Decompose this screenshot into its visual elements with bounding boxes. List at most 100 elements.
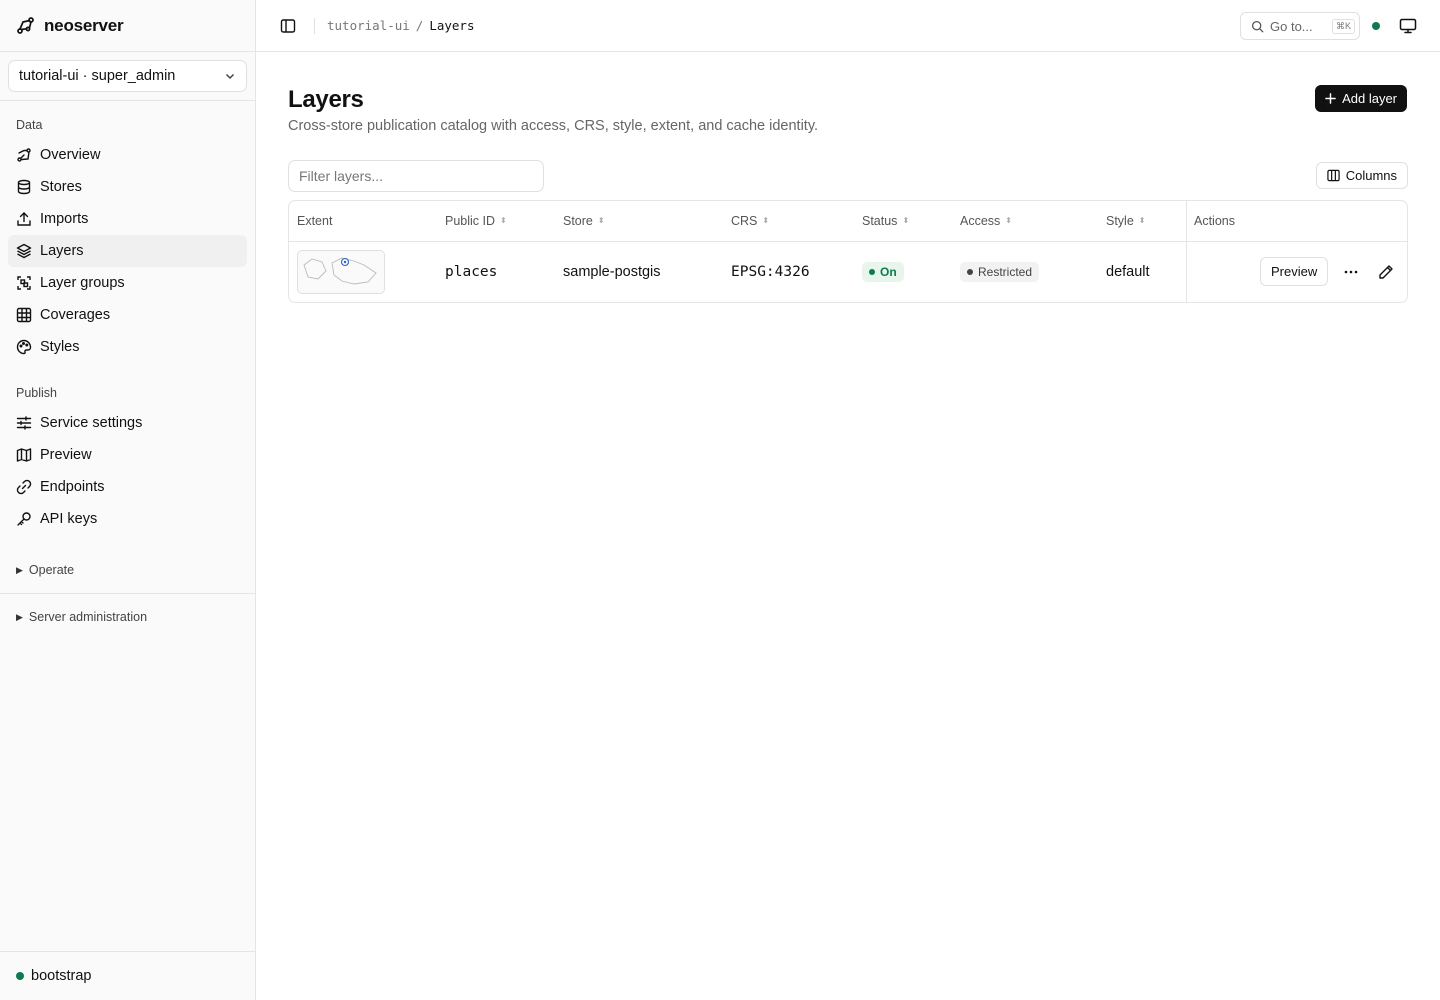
status-badge: On xyxy=(862,262,904,282)
sidebar-panel-icon xyxy=(280,18,296,33)
goto-shortcut: ⌘K xyxy=(1331,18,1355,34)
project-selector[interactable]: tutorial-ui · super_admin xyxy=(8,60,247,92)
page-title: Layers xyxy=(288,86,364,113)
monitor-icon xyxy=(1399,18,1417,34)
column-header-store[interactable]: Store ⬍ xyxy=(563,201,605,241)
column-header-label: Public ID xyxy=(445,214,496,228)
access-badge: Restricted xyxy=(960,262,1040,282)
sidebar-item-preview[interactable]: Preview xyxy=(8,439,247,471)
collapsible-operate[interactable]: ▶ Operate xyxy=(0,560,74,580)
sidebar-item-label: Layers xyxy=(40,243,84,259)
nav-section-data: Data Overview Stores Imports Layers Laye… xyxy=(0,115,255,363)
store-cell[interactable]: sample-postgis xyxy=(563,242,661,302)
column-header-public-id[interactable]: Public ID ⬍ xyxy=(445,201,507,241)
access-cell: Restricted xyxy=(960,242,1040,302)
more-actions-button[interactable] xyxy=(1341,262,1361,282)
breadcrumb: tutorial-ui / Layers xyxy=(327,18,474,33)
sidebar-item-endpoints[interactable]: Endpoints xyxy=(8,471,247,503)
columns-icon xyxy=(1327,169,1340,182)
section-label-publish: Publish xyxy=(16,386,57,400)
column-header-access[interactable]: Access ⬍ xyxy=(960,201,1012,241)
add-layer-label: Add layer xyxy=(1342,91,1397,106)
style-cell: default xyxy=(1106,264,1150,280)
sidebar-item-layer-groups[interactable]: Layer groups xyxy=(8,267,247,299)
layers-table: Extent Public ID ⬍ Store ⬍ CRS ⬍ Status … xyxy=(288,200,1408,303)
search-icon xyxy=(1251,20,1264,32)
sidebar-toggle-button[interactable] xyxy=(278,16,298,36)
sidebar-item-api-keys[interactable]: API keys xyxy=(8,503,247,535)
column-header-extent: Extent xyxy=(297,201,332,241)
add-layer-button[interactable]: Add layer xyxy=(1315,85,1407,112)
columns-label: Columns xyxy=(1345,168,1397,183)
key-icon xyxy=(17,512,31,526)
sidebar-item-label: Endpoints xyxy=(40,479,105,495)
status-dot-icon xyxy=(869,269,875,275)
actions-column-divider xyxy=(1186,201,1187,302)
status-cell: On xyxy=(862,242,904,302)
columns-button[interactable]: Columns xyxy=(1315,162,1408,189)
status-badge-label: On xyxy=(880,265,897,279)
sidebar-item-stores[interactable]: Stores xyxy=(8,171,247,203)
sort-icon: ⬍ xyxy=(500,216,507,225)
project-selector-label: tutorial-ui · super_admin xyxy=(19,68,176,84)
section-label-data: Data xyxy=(16,118,43,132)
collapsible-label: Server administration xyxy=(28,610,148,624)
display-mode-button[interactable] xyxy=(1399,17,1417,35)
status-dot-icon xyxy=(1372,22,1380,30)
caret-right-icon: ▶ xyxy=(16,611,23,622)
column-header-label: Actions xyxy=(1194,214,1235,228)
sidebar-item-label: Coverages xyxy=(40,307,111,323)
collapsible-server-administration[interactable]: ▶ Server administration xyxy=(0,607,147,627)
connection-status-label: bootstrap xyxy=(31,968,92,984)
map-icon xyxy=(16,448,32,462)
chevron-down-icon xyxy=(225,73,235,80)
connection-status: bootstrap xyxy=(0,951,255,1000)
sidebar-item-label: Styles xyxy=(40,339,80,355)
more-horizontal-icon xyxy=(1344,270,1358,274)
divider xyxy=(314,17,315,34)
brand[interactable]: neoserver xyxy=(0,0,255,52)
extent-thumbnail xyxy=(297,250,385,294)
column-header-status[interactable]: Status ⬍ xyxy=(862,201,909,241)
sidebar-item-layers[interactable]: Layers xyxy=(8,235,247,267)
column-header-style[interactable]: Style ⬍ xyxy=(1106,201,1146,241)
grid-icon xyxy=(16,307,32,323)
collapsible-label: Operate xyxy=(28,563,75,577)
access-badge-label: Restricted xyxy=(978,265,1033,279)
link-icon xyxy=(16,479,32,495)
edit-layer-button[interactable] xyxy=(1376,262,1396,282)
sort-icon: ⬍ xyxy=(1138,216,1146,225)
caret-right-icon: ▶ xyxy=(16,564,23,575)
sidebar-item-coverages[interactable]: Coverages xyxy=(8,299,247,331)
column-header-label: Access xyxy=(960,214,1001,228)
sidebar-item-label: API keys xyxy=(40,511,98,527)
preview-button-label: Preview xyxy=(1271,264,1318,279)
sort-icon: ⬍ xyxy=(902,216,910,225)
preview-button[interactable]: Preview xyxy=(1260,257,1329,286)
goto-label: Go to... xyxy=(1270,18,1313,34)
sidebar-item-service-settings[interactable]: Service settings xyxy=(8,407,247,439)
sidebar-item-styles[interactable]: Styles xyxy=(8,331,247,363)
pencil-icon xyxy=(1379,265,1393,279)
filter-layers-input[interactable] xyxy=(288,160,544,192)
sidebar-item-imports[interactable]: Imports xyxy=(8,203,247,235)
breadcrumb-parent[interactable]: tutorial-ui xyxy=(327,18,410,33)
extent-map-icon xyxy=(303,257,377,285)
public-id-cell[interactable]: places xyxy=(445,242,497,302)
sidebar-item-label: Overview xyxy=(40,147,101,163)
sort-icon: ⬍ xyxy=(1005,216,1012,225)
sidebar-item-overview[interactable]: Overview xyxy=(8,139,247,171)
column-header-label: Status xyxy=(862,214,898,228)
extent-cell xyxy=(297,242,385,302)
column-header-crs[interactable]: CRS ⬍ xyxy=(731,201,769,241)
app-name: neoserver xyxy=(44,15,124,35)
sidebar-item-label: Service settings xyxy=(40,415,143,431)
goto-search-button[interactable]: Go to... ⌘K xyxy=(1240,12,1360,40)
logo-icon xyxy=(17,16,34,34)
crs-cell: EPSG:4326 xyxy=(731,264,810,280)
breadcrumb-separator: / xyxy=(415,18,424,33)
sliders-icon xyxy=(16,416,32,430)
sort-icon: ⬍ xyxy=(597,216,605,225)
table-row[interactable]: places sample-postgis EPSG:4326 On Restr… xyxy=(289,242,1407,302)
page-subtitle: Cross-store publication catalog with acc… xyxy=(288,118,819,134)
